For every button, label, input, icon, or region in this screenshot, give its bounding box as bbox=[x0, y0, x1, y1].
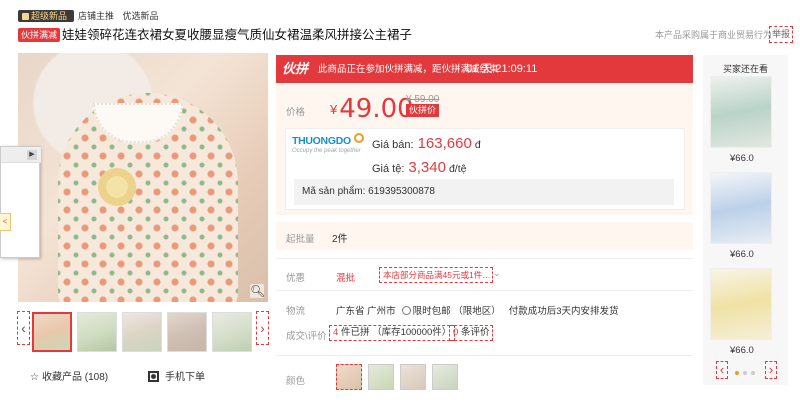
sold-count-text: 件已拼 （库存100000件） bbox=[340, 327, 452, 338]
sales-label: 成交\评价 bbox=[286, 331, 327, 342]
logo-ring-icon bbox=[354, 133, 364, 143]
super-new-badge: 超级新品 bbox=[18, 10, 74, 22]
dispatch-note: 付款成功后3天内安排发货 bbox=[508, 306, 619, 317]
review-count-number: 0 bbox=[453, 327, 459, 338]
color-swatch-3[interactable] bbox=[400, 364, 426, 390]
color-swatch-2[interactable] bbox=[368, 364, 394, 390]
price-label: 价格 bbox=[286, 107, 306, 118]
color-swatch-1[interactable] bbox=[336, 364, 362, 390]
color-swatch-4[interactable] bbox=[432, 364, 458, 390]
thumb-next-button[interactable]: › bbox=[256, 311, 269, 345]
group-price-tag: 伙拼价 bbox=[406, 104, 440, 117]
sale-price-unit: đ bbox=[474, 139, 481, 151]
flower-illustration bbox=[98, 168, 136, 206]
free-shipping: 限时包邮 （限地区） bbox=[412, 306, 501, 317]
offers-detail[interactable]: 本店部分商品满45元或1件… bbox=[379, 267, 493, 283]
divider bbox=[276, 290, 693, 291]
sale-price-value: 163,660 bbox=[417, 135, 472, 152]
thuongdo-logo-text: THUONGDO bbox=[292, 135, 351, 147]
min-order-row: 起批量 2件 bbox=[276, 222, 693, 250]
report-button[interactable]: 举报 bbox=[769, 26, 793, 43]
recommended-next-button[interactable]: › bbox=[765, 361, 777, 379]
floating-panel: ▶ < bbox=[0, 146, 41, 258]
thumb-prev-button[interactable]: ‹ bbox=[17, 311, 30, 345]
recommended-item-1-price: ¥66.0 bbox=[730, 153, 754, 164]
super-new-badge-label: 超级新品 bbox=[31, 11, 68, 21]
carousel-dot[interactable] bbox=[751, 371, 755, 375]
link-shop-featured[interactable]: 店铺主推 bbox=[78, 11, 114, 21]
offers-type: 混批 bbox=[336, 273, 356, 284]
product-code: Mã sản phẩm: 619395300878 bbox=[294, 179, 674, 205]
thumbnail-4[interactable] bbox=[167, 312, 207, 352]
min-order-value: 2件 bbox=[332, 234, 348, 245]
qr-code-icon bbox=[148, 371, 159, 382]
current-price-value: 49.00 bbox=[339, 94, 414, 124]
product-title: 娃娃领碎花连衣裙女夏收腰显瘦气质仙女裙温柔风拼接公主裙子 bbox=[62, 28, 413, 42]
thuongdo-price-box: THUONGDO Occupy the peak together Giá bá… bbox=[285, 128, 685, 210]
diamond-icon bbox=[22, 13, 29, 20]
divider bbox=[276, 258, 693, 259]
exchange-rate-label: Giá tệ: bbox=[372, 163, 405, 175]
min-order-label: 起批量 bbox=[286, 234, 315, 245]
zoom-icon[interactable]: 🔍︎ bbox=[250, 284, 265, 298]
clock-icon bbox=[401, 306, 411, 315]
countdown-timer: 01 天 21:09:11 bbox=[466, 63, 538, 75]
sale-price-row: Giá bán: 163,660 đ bbox=[372, 135, 481, 152]
divider bbox=[276, 355, 693, 356]
favorite-label: 收藏产品 bbox=[41, 372, 82, 383]
review-count-text: 条评价 bbox=[460, 327, 490, 338]
star-icon: ☆ bbox=[30, 372, 39, 383]
thumbnail-1[interactable] bbox=[32, 312, 72, 352]
exchange-rate-value: 3,340 bbox=[408, 159, 446, 176]
commercial-note: 本产品采购属于商业贸易行为 bbox=[655, 30, 773, 40]
sale-price-label: Giá bán: bbox=[372, 139, 414, 151]
carousel-dot[interactable] bbox=[743, 371, 747, 375]
thuongdo-tagline: Occupy the peak together bbox=[292, 148, 361, 154]
group-buy-badge: 伙拼满减 bbox=[18, 28, 61, 42]
recommended-title: 买家还在看 bbox=[722, 64, 768, 74]
exchange-rate-row: Giá tệ: 3,340 đ/tệ bbox=[372, 159, 466, 176]
chevron-down-icon[interactable]: ⌄ bbox=[493, 268, 501, 279]
offers-label: 优惠 bbox=[286, 273, 306, 284]
current-price: ¥49.00 bbox=[330, 94, 414, 124]
expand-arrow-icon[interactable]: ▶ bbox=[27, 150, 37, 160]
exchange-rate-unit: đ/tệ bbox=[448, 163, 467, 175]
product-code-label: Mã sản phẩm: bbox=[302, 186, 366, 197]
thumbnail-5[interactable] bbox=[212, 312, 252, 352]
floating-panel-header: ▶ bbox=[1, 147, 41, 163]
carousel-dot-active[interactable] bbox=[735, 371, 739, 375]
top-links: 店铺主推 优选新品 bbox=[78, 10, 165, 22]
recommended-prev-button[interactable]: ‹ bbox=[716, 361, 728, 379]
mobile-order-button[interactable]: 手机下单 bbox=[148, 371, 205, 385]
review-count[interactable]: 0 条评价 bbox=[448, 325, 494, 341]
carousel-dots bbox=[735, 366, 759, 378]
recommended-item-2-image[interactable] bbox=[710, 172, 772, 244]
mobile-order-label: 手机下单 bbox=[165, 372, 205, 383]
thuongdo-logo: THUONGDO Occupy the peak together bbox=[292, 133, 372, 167]
shipping-label: 物流 bbox=[286, 306, 306, 317]
shipping-info: 广东省 广州市 限时包邮 （限地区） 付款成功后3天内安排发货 bbox=[336, 303, 619, 317]
group-buy-promo-bar: 伙拼 此商品正在参加伙拼满减，距伙拼满减结束 01 天 21:09:11 bbox=[276, 55, 693, 83]
recommended-item-3-price: ¥66.0 bbox=[730, 345, 754, 356]
shipping-origin: 广东省 广州市 bbox=[336, 306, 396, 317]
floating-panel-tag[interactable]: < bbox=[0, 213, 11, 231]
sold-count-number: 4 bbox=[333, 327, 339, 338]
link-new-picks[interactable]: 优选新品 bbox=[123, 11, 159, 21]
thumbnail-2[interactable] bbox=[77, 312, 117, 352]
group-buy-logo: 伙拼 bbox=[282, 61, 309, 76]
favorite-count: (108) bbox=[84, 372, 109, 383]
recommended-item-3-image[interactable] bbox=[710, 268, 772, 340]
recommended-item-1-image[interactable] bbox=[710, 76, 772, 148]
thumbnail-3[interactable] bbox=[122, 312, 162, 352]
product-code-value: 619395300878 bbox=[368, 186, 435, 197]
sold-count: 4 件已拼 （库存100000件） bbox=[328, 325, 456, 341]
currency-symbol: ¥ bbox=[330, 102, 338, 117]
recommended-item-2-price: ¥66.0 bbox=[730, 249, 754, 260]
favorite-button[interactable]: ☆ 收藏产品 (108) bbox=[30, 371, 108, 385]
main-product-image[interactable]: 🔍︎ bbox=[18, 53, 268, 302]
color-label: 颜色 bbox=[286, 376, 306, 387]
